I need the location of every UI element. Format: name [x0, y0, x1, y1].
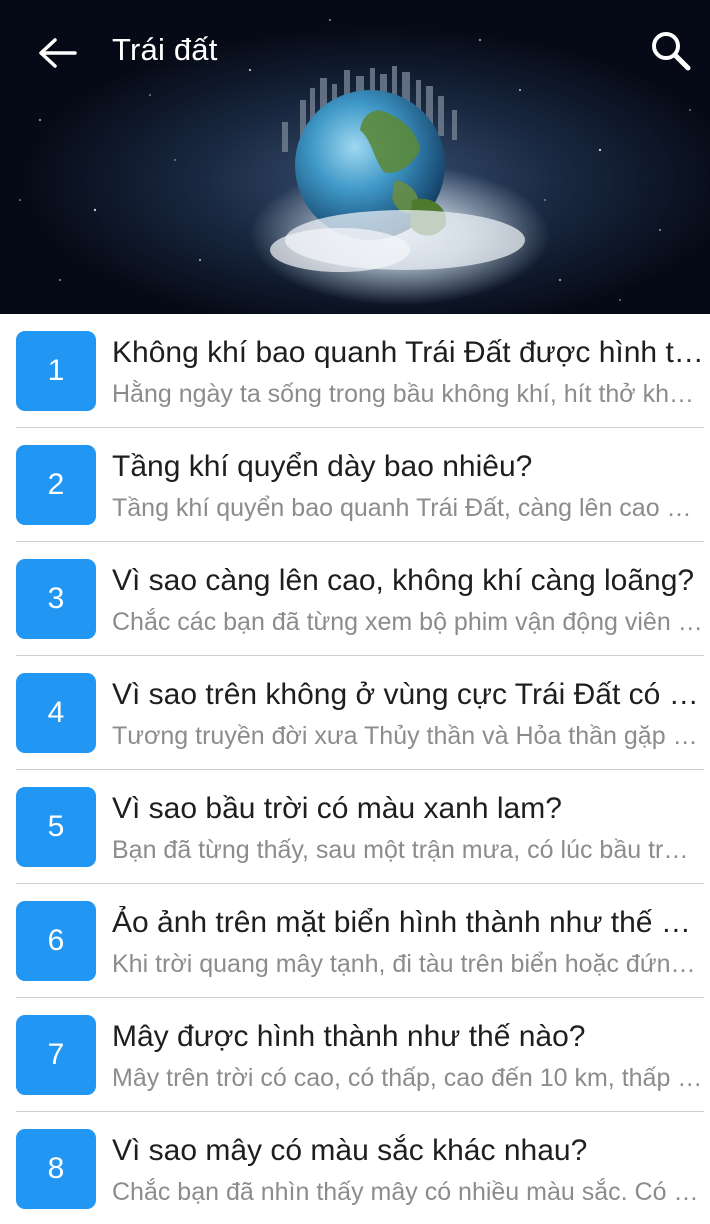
list-item[interactable]: 1 Không khí bao quanh Trái Đất được hình… — [0, 314, 710, 428]
item-title: Ảo ảnh trên mặt biển hình thành như thế … — [112, 906, 704, 939]
item-subtitle: Tương truyền đời xưa Thủy thần và Hỏa th… — [112, 722, 704, 750]
item-number-badge: 7 — [16, 1015, 96, 1095]
item-number-badge: 4 — [16, 673, 96, 753]
item-subtitle: Chắc bạn đã nhìn thấy mây có nhiều màu s… — [112, 1178, 704, 1206]
item-subtitle: Mây trên trời có cao, có thấp, cao đến 1… — [112, 1064, 704, 1092]
item-number-badge: 5 — [16, 787, 96, 867]
item-title: Không khí bao quanh Trái Đất được hình t… — [112, 336, 704, 369]
article-list: 1 Không khí bao quanh Trái Đất được hình… — [0, 314, 710, 1224]
item-title: Vì sao mây có màu sắc khác nhau? — [112, 1134, 588, 1167]
item-number-badge: 6 — [16, 901, 96, 981]
search-button[interactable] — [644, 24, 698, 78]
list-item[interactable]: 4 Vì sao trên không ở vùng cực Trái Đất … — [0, 656, 710, 770]
item-subtitle: Tầng khí quyển bao quanh Trái Đất, càng … — [112, 494, 704, 522]
item-title: Vì sao càng lên cao, không khí càng loãn… — [112, 564, 695, 597]
item-title: Vì sao trên không ở vùng cực Trái Đất có… — [112, 678, 704, 711]
list-item[interactable]: 3 Vì sao càng lên cao, không khí càng lo… — [0, 542, 710, 656]
search-icon — [652, 32, 691, 71]
list-item[interactable]: 8 Vì sao mây có màu sắc khác nhau? Chắc … — [0, 1112, 710, 1224]
item-title: Tầng khí quyển dày bao nhiêu? — [112, 450, 533, 483]
list-item[interactable]: 7 Mây được hình thành như thế nào? Mây t… — [0, 998, 710, 1112]
page-title: Trái đất — [112, 32, 218, 67]
item-number-badge: 8 — [16, 1129, 96, 1209]
top-app-bar: Trái đất — [0, 0, 710, 104]
list-item[interactable]: 2 Tầng khí quyển dày bao nhiêu? Tầng khí… — [0, 428, 710, 542]
item-number-badge: 3 — [16, 559, 96, 639]
item-number-badge: 1 — [16, 331, 96, 411]
arrow-left-icon — [39, 38, 77, 68]
item-subtitle: Khi trời quang mây tạnh, đi tàu trên biể… — [112, 950, 704, 978]
item-subtitle: Chắc các bạn đã từng xem bộ phim vận độn… — [112, 608, 704, 636]
back-button[interactable] — [30, 26, 84, 80]
item-subtitle: Bạn đã từng thấy, sau một trận mưa, có l… — [112, 836, 704, 864]
item-title: Mây được hình thành như thế nào? — [112, 1020, 586, 1053]
item-subtitle: Hằng ngày ta sống trong bầu không khí, h… — [112, 380, 704, 408]
item-title: Vì sao bầu trời có màu xanh lam? — [112, 792, 562, 825]
header-banner: Trái đất — [0, 0, 710, 314]
list-item[interactable]: 5 Vì sao bầu trời có màu xanh lam? Bạn đ… — [0, 770, 710, 884]
list-item[interactable]: 6 Ảo ảnh trên mặt biển hình thành như th… — [0, 884, 710, 998]
item-number-badge: 2 — [16, 445, 96, 525]
